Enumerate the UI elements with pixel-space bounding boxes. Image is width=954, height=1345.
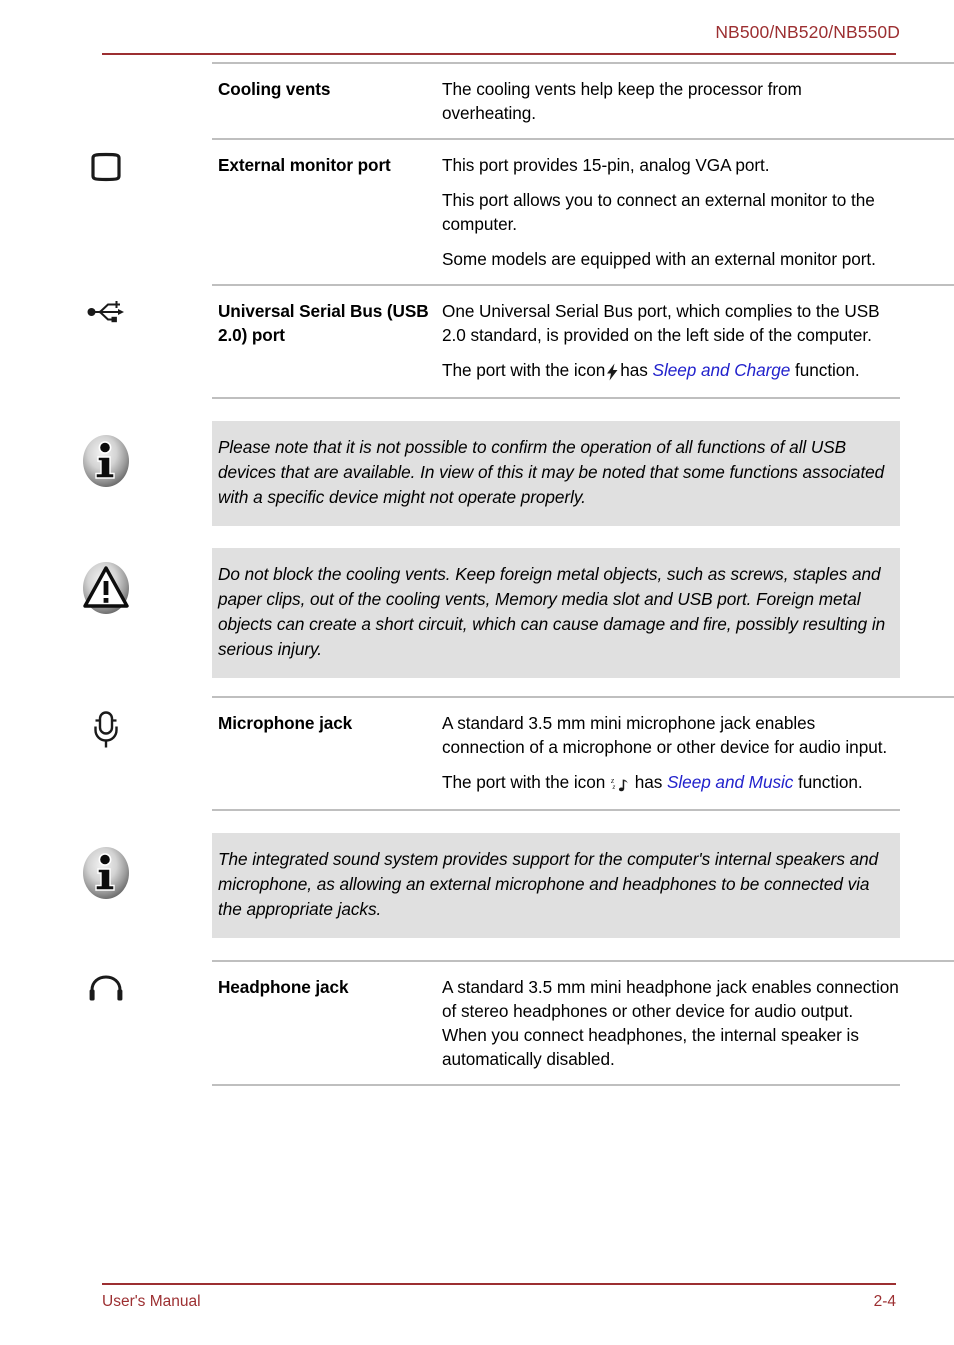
sleep-and-music-link[interactable]: Sleep and Music <box>667 772 793 792</box>
note-icon-cell <box>0 548 212 616</box>
row-label: Universal Serial Bus (USB 2.0) port <box>218 301 429 345</box>
page-header: NB500/NB520/NB550D <box>60 20 900 60</box>
table-row: External monitor port This port provides… <box>0 138 954 284</box>
row-description: The cooling vents help keep the processo… <box>442 77 900 125</box>
note-body: The integrated sound system provides sup… <box>212 833 900 938</box>
row-body: Universal Serial Bus (USB 2.0) port One … <box>212 284 954 397</box>
note-icon-cell <box>0 421 212 489</box>
note-body: Do not block the cooling vents. Keep for… <box>212 548 900 678</box>
note-text: Do not block the cooling vents. Keep for… <box>218 564 886 659</box>
info-icon <box>80 845 132 901</box>
table-row: Universal Serial Bus (USB 2.0) port One … <box>0 284 954 397</box>
row-paragraph: This port allows you to connect an exter… <box>442 190 875 234</box>
header-rule <box>102 53 896 55</box>
table-row: Headphone jack A standard 3.5 mm mini he… <box>0 960 954 1084</box>
note-text: Please note that it is not possible to c… <box>218 437 885 507</box>
table-bottom-rule <box>212 1084 900 1086</box>
row-description: This port provides 15-pin, analog VGA po… <box>442 153 900 271</box>
paragraph-text-before: The port with the icon <box>442 360 606 380</box>
row-label: External monitor port <box>218 155 391 175</box>
row-icon-cell <box>0 138 212 182</box>
footer-rule <box>102 1283 896 1285</box>
warning-triangle-icon <box>80 560 132 616</box>
lightning-bolt-icon <box>606 360 619 384</box>
row-paragraph: One Universal Serial Bus port, which com… <box>442 301 880 345</box>
info-icon <box>80 433 132 489</box>
row-body: Cooling vents The cooling vents help kee… <box>212 62 954 138</box>
headphone-icon <box>88 974 124 1002</box>
row-paragraph-link: The port with the icon has Sleep and Cha… <box>442 358 900 384</box>
paragraph-text-middle: has <box>634 772 663 792</box>
row-label: Headphone jack <box>218 977 349 997</box>
row-label: Cooling vents <box>218 79 331 99</box>
usb-icon <box>87 298 125 324</box>
row-description: A standard 3.5 mm mini headphone jack en… <box>442 975 900 1071</box>
page-footer: User's Manual 2-4 <box>60 1283 900 1329</box>
paragraph-text-before: The port with the icon <box>442 772 606 792</box>
sleep-music-icon: z z <box>610 772 629 796</box>
table-row: Cooling vents The cooling vents help kee… <box>0 62 954 138</box>
row-body: External monitor port This port provides… <box>212 138 954 284</box>
footer-row: User's Manual 2-4 <box>102 1293 896 1311</box>
header-model-line: NB500/NB520/NB550D <box>715 22 900 42</box>
microphone-icon <box>91 710 121 750</box>
paragraph-text-middle: has <box>620 360 648 380</box>
page-content: Cooling vents The cooling vents help kee… <box>0 62 954 1086</box>
row-paragraph: The cooling vents help keep the processo… <box>442 79 802 123</box>
footer-page-number: 2-4 <box>873 1293 896 1310</box>
row-paragraph: A standard 3.5 mm mini headphone jack en… <box>442 977 899 1069</box>
row-body: Microphone jack A standard 3.5 mm mini m… <box>212 696 954 809</box>
vga-port-icon <box>89 152 123 182</box>
note-icon-cell <box>0 833 212 901</box>
paragraph-text-after: function. <box>798 772 863 792</box>
paragraph-text-after: function. <box>795 360 860 380</box>
row-icon-cell <box>0 696 212 750</box>
warning-note-cooling-vents: Do not block the cooling vents. Keep for… <box>0 548 954 678</box>
row-description: One Universal Serial Bus port, which com… <box>442 299 900 384</box>
row-paragraph: This port provides 15-pin, analog VGA po… <box>442 155 770 175</box>
row-paragraph-link: The port with the icon z z has Sleep and… <box>442 770 900 796</box>
table-row: Microphone jack A standard 3.5 mm mini m… <box>0 696 954 809</box>
svg-text:z: z <box>611 783 615 791</box>
note-body: Please note that it is not possible to c… <box>212 421 900 526</box>
row-label: Microphone jack <box>218 713 353 733</box>
row-icon-cell <box>0 960 212 1002</box>
row-paragraph: A standard 3.5 mm mini microphone jack e… <box>442 713 888 757</box>
sleep-and-charge-link[interactable]: Sleep and Charge <box>653 360 791 380</box>
info-note-sound-system: The integrated sound system provides sup… <box>0 833 954 938</box>
row-icon-cell <box>0 284 212 324</box>
document-page: NB500/NB520/NB550D Cooling vents The coo… <box>0 0 954 1345</box>
info-note-usb: Please note that it is not possible to c… <box>0 421 954 526</box>
footer-manual-label: User's Manual <box>102 1293 201 1310</box>
row-paragraph: Some models are equipped with an externa… <box>442 249 876 269</box>
row-icon-cell <box>0 62 212 76</box>
row-description: A standard 3.5 mm mini microphone jack e… <box>442 711 900 796</box>
row-body: Headphone jack A standard 3.5 mm mini he… <box>212 960 954 1084</box>
note-text: The integrated sound system provides sup… <box>218 849 879 919</box>
